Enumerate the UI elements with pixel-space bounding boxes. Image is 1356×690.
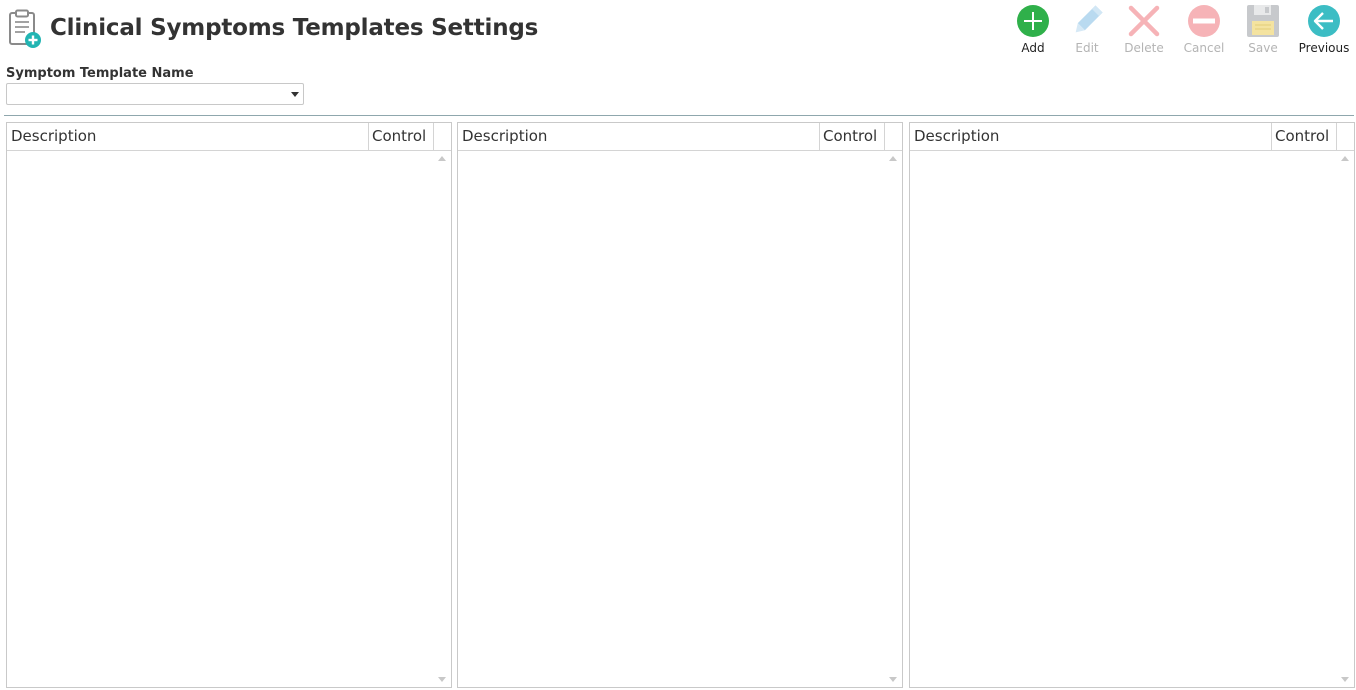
symptoms-grid-2: Description Control — [457, 122, 903, 688]
grid-header: Description Control — [910, 123, 1354, 151]
save-button[interactable]: Save — [1233, 4, 1293, 58]
floppy-disk-icon — [1247, 5, 1279, 37]
plus-circle-icon — [1017, 5, 1049, 37]
column-header-control[interactable]: Control — [1271, 123, 1337, 150]
clinical-symptoms-settings-page: Clinical Symptoms Templates Settings Add… — [0, 0, 1356, 690]
symptoms-grid-3: Description Control — [909, 122, 1355, 688]
add-button[interactable]: Add — [1003, 4, 1063, 58]
grid-body — [910, 151, 1354, 687]
save-button-label: Save — [1248, 41, 1278, 55]
grid-body — [458, 151, 902, 687]
scroll-down-arrow-icon[interactable] — [1341, 677, 1349, 682]
arrow-left-circle-icon — [1308, 5, 1340, 37]
column-header-control[interactable]: Control — [368, 123, 434, 150]
vertical-scrollbar[interactable] — [886, 151, 901, 687]
column-header-description[interactable]: Description — [458, 123, 820, 150]
previous-button-label: Previous — [1298, 41, 1350, 55]
section-divider — [4, 115, 1354, 116]
clipboard-add-icon — [9, 9, 41, 48]
grid-header: Description Control — [7, 123, 451, 151]
delete-button-label: Delete — [1124, 41, 1164, 55]
cancel-button[interactable]: Cancel — [1174, 4, 1234, 58]
column-header-control[interactable]: Control — [819, 123, 885, 150]
column-header-description[interactable]: Description — [910, 123, 1272, 150]
edit-button-label: Edit — [1075, 41, 1099, 55]
x-icon — [1128, 5, 1160, 37]
edit-button[interactable]: Edit — [1057, 4, 1117, 58]
vertical-scrollbar[interactable] — [1338, 151, 1353, 687]
dropdown-arrow-icon[interactable] — [291, 92, 299, 97]
cancel-button-label: Cancel — [1183, 41, 1225, 55]
grid-body — [7, 151, 451, 687]
scroll-up-arrow-icon[interactable] — [1341, 156, 1349, 161]
symptom-template-name-select[interactable] — [6, 83, 304, 105]
symptoms-grid-1: Description Control — [6, 122, 452, 688]
add-button-label: Add — [1021, 41, 1045, 55]
vertical-scrollbar[interactable] — [435, 151, 450, 687]
column-header-description[interactable]: Description — [7, 123, 369, 150]
scroll-down-arrow-icon[interactable] — [438, 677, 446, 682]
page-title: Clinical Symptoms Templates Settings — [50, 15, 539, 41]
grid-header: Description Control — [458, 123, 902, 151]
delete-button[interactable]: Delete — [1114, 4, 1174, 58]
previous-button[interactable]: Previous — [1294, 4, 1354, 58]
pencil-icon — [1075, 5, 1103, 33]
minus-circle-icon — [1188, 5, 1220, 37]
scroll-down-arrow-icon[interactable] — [889, 677, 897, 682]
scroll-up-arrow-icon[interactable] — [438, 156, 446, 161]
symptom-template-name-label: Symptom Template Name — [6, 66, 194, 81]
scroll-up-arrow-icon[interactable] — [889, 156, 897, 161]
